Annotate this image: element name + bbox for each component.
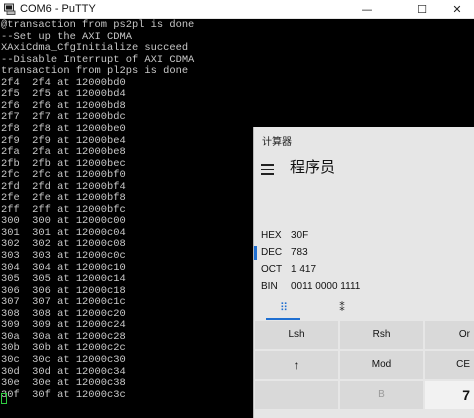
base-row-oct[interactable]: OCT 1 417 — [261, 262, 461, 278]
keypad-tabbar: ⠿ ⁑ — [254, 297, 474, 321]
base-row-dec[interactable]: DEC 783 — [254, 245, 461, 261]
bit-toggle-icon[interactable]: ⁑ — [327, 297, 357, 321]
hex-b-button[interactable]: B — [339, 380, 424, 410]
menu-icon[interactable] — [261, 164, 274, 175]
terminal-line: 30c 30c at 12000c30 — [1, 353, 126, 366]
shift-up-button[interactable]: ↑ — [254, 350, 339, 380]
mode-title: 程序员 — [290, 158, 336, 176]
rsh-button[interactable]: Rsh — [339, 320, 424, 350]
base-row-bin[interactable]: BIN 0011 0000 1111 — [261, 279, 461, 295]
terminal-line: 307 307 at 12000c1c — [1, 296, 126, 309]
calculator-title: 计算器 — [262, 137, 292, 148]
terminal-line: 30e 30e at 12000c38 — [1, 377, 126, 390]
base-label: DEC — [261, 247, 283, 258]
base-value: 0011 0000 1111 — [291, 281, 361, 292]
calculator-window: 计算器 程序员 HEX 30F DEC 783 OCT 1 417 BIN 00… — [253, 127, 474, 418]
base-label: HEX — [261, 230, 282, 241]
window-title: COM6 - PuTTY — [20, 3, 96, 15]
putty-titlebar[interactable]: COM6 - PuTTY — ☐ ✕ — [0, 0, 474, 19]
base-value: 1 417 — [291, 264, 317, 275]
terminal-line: transaction from pl2ps is done — [1, 65, 189, 78]
ce-button[interactable]: CE — [424, 350, 474, 380]
or-button[interactable]: Or — [424, 320, 474, 350]
terminal-line: 2f8 2f8 at 12000be0 — [1, 122, 126, 135]
close-button[interactable]: ✕ — [440, 0, 474, 19]
base-label: OCT — [261, 264, 283, 275]
keypad: Lsh Rsh Or ↑ Mod CE B 7 — [254, 320, 474, 418]
seven-button[interactable]: 7 — [424, 380, 474, 410]
terminal-line: 2fc 2fc at 12000bf0 — [1, 169, 126, 182]
terminal-line: @transaction from ps2pl is done — [1, 19, 195, 31]
terminal-line: 30f 30f at 12000c3c — [1, 388, 126, 401]
base-label: BIN — [261, 281, 278, 292]
base-value: 30F — [291, 230, 309, 241]
terminal-line: 2fa 2fa at 12000be8 — [1, 146, 126, 159]
terminal-line: 303 303 at 12000c0c — [1, 250, 126, 262]
terminal-line: 305 305 at 12000c14 — [1, 273, 126, 286]
selection-indicator — [254, 246, 257, 260]
terminal-cursor — [1, 393, 7, 404]
terminal-line: XAxiCdma_CfgInitialize succeed — [1, 42, 189, 55]
maximize-button[interactable]: ☐ — [405, 0, 439, 19]
base-value: 783 — [291, 247, 308, 258]
hex-a-button[interactable] — [254, 380, 339, 410]
lsh-button[interactable]: Lsh — [254, 320, 339, 350]
minimize-button[interactable]: — — [350, 0, 384, 19]
base-row-hex[interactable]: HEX 30F — [261, 228, 461, 244]
putty-app-icon — [4, 3, 16, 15]
mod-button[interactable]: Mod — [339, 350, 424, 380]
